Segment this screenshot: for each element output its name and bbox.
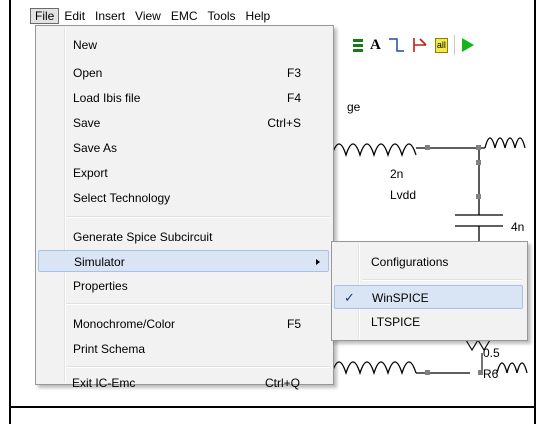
menu-item-label: Monochrome/Color [73,317,176,331]
menu-item-label: Save [73,116,101,130]
menu-view[interactable]: View [130,8,166,24]
simulator-submenu: Configurations ✓ WinSPICE LTSPICE [331,241,528,341]
component-icon[interactable] [352,37,364,53]
menu-item-shortcut: Ctrl+Q [264,376,300,390]
menu-emc[interactable]: EMC [166,8,203,24]
submenu-item-configurations[interactable]: Configurations [334,250,523,274]
menu-insert[interactable]: Insert [90,8,130,24]
run-icon[interactable] [461,37,475,53]
wire-icon[interactable] [387,36,405,54]
submenu-item-label: LTSPICE [371,315,421,329]
menu-edit[interactable]: Edit [59,8,90,24]
file-menu-dropdown: New Open F3 Load Ibis file F4 Save Ctrl+… [35,25,334,385]
menu-item-save[interactable]: Save Ctrl+S [38,112,329,134]
menubar: File Edit Insert View EMC Tools Help [30,7,275,25]
node-dot [476,145,481,150]
menu-item-label: Exit IC-Emc [72,376,136,390]
menu-item-label: Simulator [74,255,125,269]
schematic-partial-label: ge [347,100,361,114]
checkmark-icon: ✓ [344,290,355,305]
inductor-bottom [331,361,417,376]
resistor-value-label: 0.5 [483,346,500,360]
menu-item-label: Load Ibis file [73,91,141,105]
menu-item-select-technology[interactable]: Select Technology [38,187,329,209]
node-dot [425,370,430,375]
menu-item-label: New [73,38,98,52]
menu-item-properties[interactable]: Properties [38,275,329,297]
menu-item-monochrome-color[interactable]: Monochrome/Color F5 [38,313,329,335]
submenu-item-label: WinSPICE [372,291,429,305]
menu-item-label: Generate Spice Subcircuit [73,230,213,244]
text-icon[interactable]: A [370,37,381,54]
capacitor-value-label: 4n [511,220,525,234]
window-frame-bottom [9,406,536,408]
window-frame-right [534,0,536,424]
menu-item-export[interactable]: Export [38,162,329,184]
menu-tools[interactable]: Tools [203,8,241,24]
menu-help[interactable]: Help [241,8,276,24]
inductor-value-label: 2n [390,167,404,181]
label-icon[interactable]: all [434,37,448,53]
menu-item-label: Export [73,166,108,180]
resistor-name-label: R6 [483,367,499,381]
menu-item-label: Save As [73,141,118,155]
inductor-right-bottom [496,362,528,374]
menu-item-label: Print Schema [73,342,146,356]
window-frame-left [9,0,11,424]
menu-item-label: Properties [73,279,128,293]
submenu-arrow-icon [316,259,320,265]
menu-separator [66,303,330,305]
probe-icon[interactable] [411,36,429,54]
inductor-lvdd [331,143,417,158]
menu-item-shortcut: F3 [286,66,301,80]
menu-item-label: Open [73,66,103,80]
inductor-name-label: Lvdd [390,188,417,202]
menu-separator [66,216,330,218]
submenu-separator [362,279,522,281]
menu-item-simulator[interactable]: Simulator [38,250,329,272]
menu-item-shortcut: F5 [286,317,301,331]
menu-item-open[interactable]: Open F3 [38,62,329,84]
menu-item-shortcut: F4 [286,91,301,105]
menu-item-new[interactable]: New [38,34,329,56]
submenu-item-label: Configurations [371,255,449,269]
node-dot [476,194,481,199]
menu-item-shortcut: Ctrl+S [267,116,301,130]
toolbar-separator [453,35,455,55]
menu-separator [66,366,330,368]
menu-item-exit[interactable]: Exit IC-Emc Ctrl+Q [37,372,328,394]
submenu-item-ltspice[interactable]: LTSPICE [334,310,523,334]
menu-item-load-ibis[interactable]: Load Ibis file F4 [38,87,329,109]
node-dot [476,160,481,165]
menu-item-label: Select Technology [73,191,171,205]
inductor-right-top [484,137,526,149]
menu-item-save-as[interactable]: Save As [38,137,329,159]
submenu-item-winspice[interactable]: ✓ WinSPICE [334,285,523,309]
menu-item-print-schema[interactable]: Print Schema [38,338,329,360]
menu-item-generate-spice[interactable]: Generate Spice Subcircuit [38,226,329,248]
toolbar: A all [352,34,475,56]
menu-file[interactable]: File [30,8,60,24]
node-dot [425,145,430,150]
